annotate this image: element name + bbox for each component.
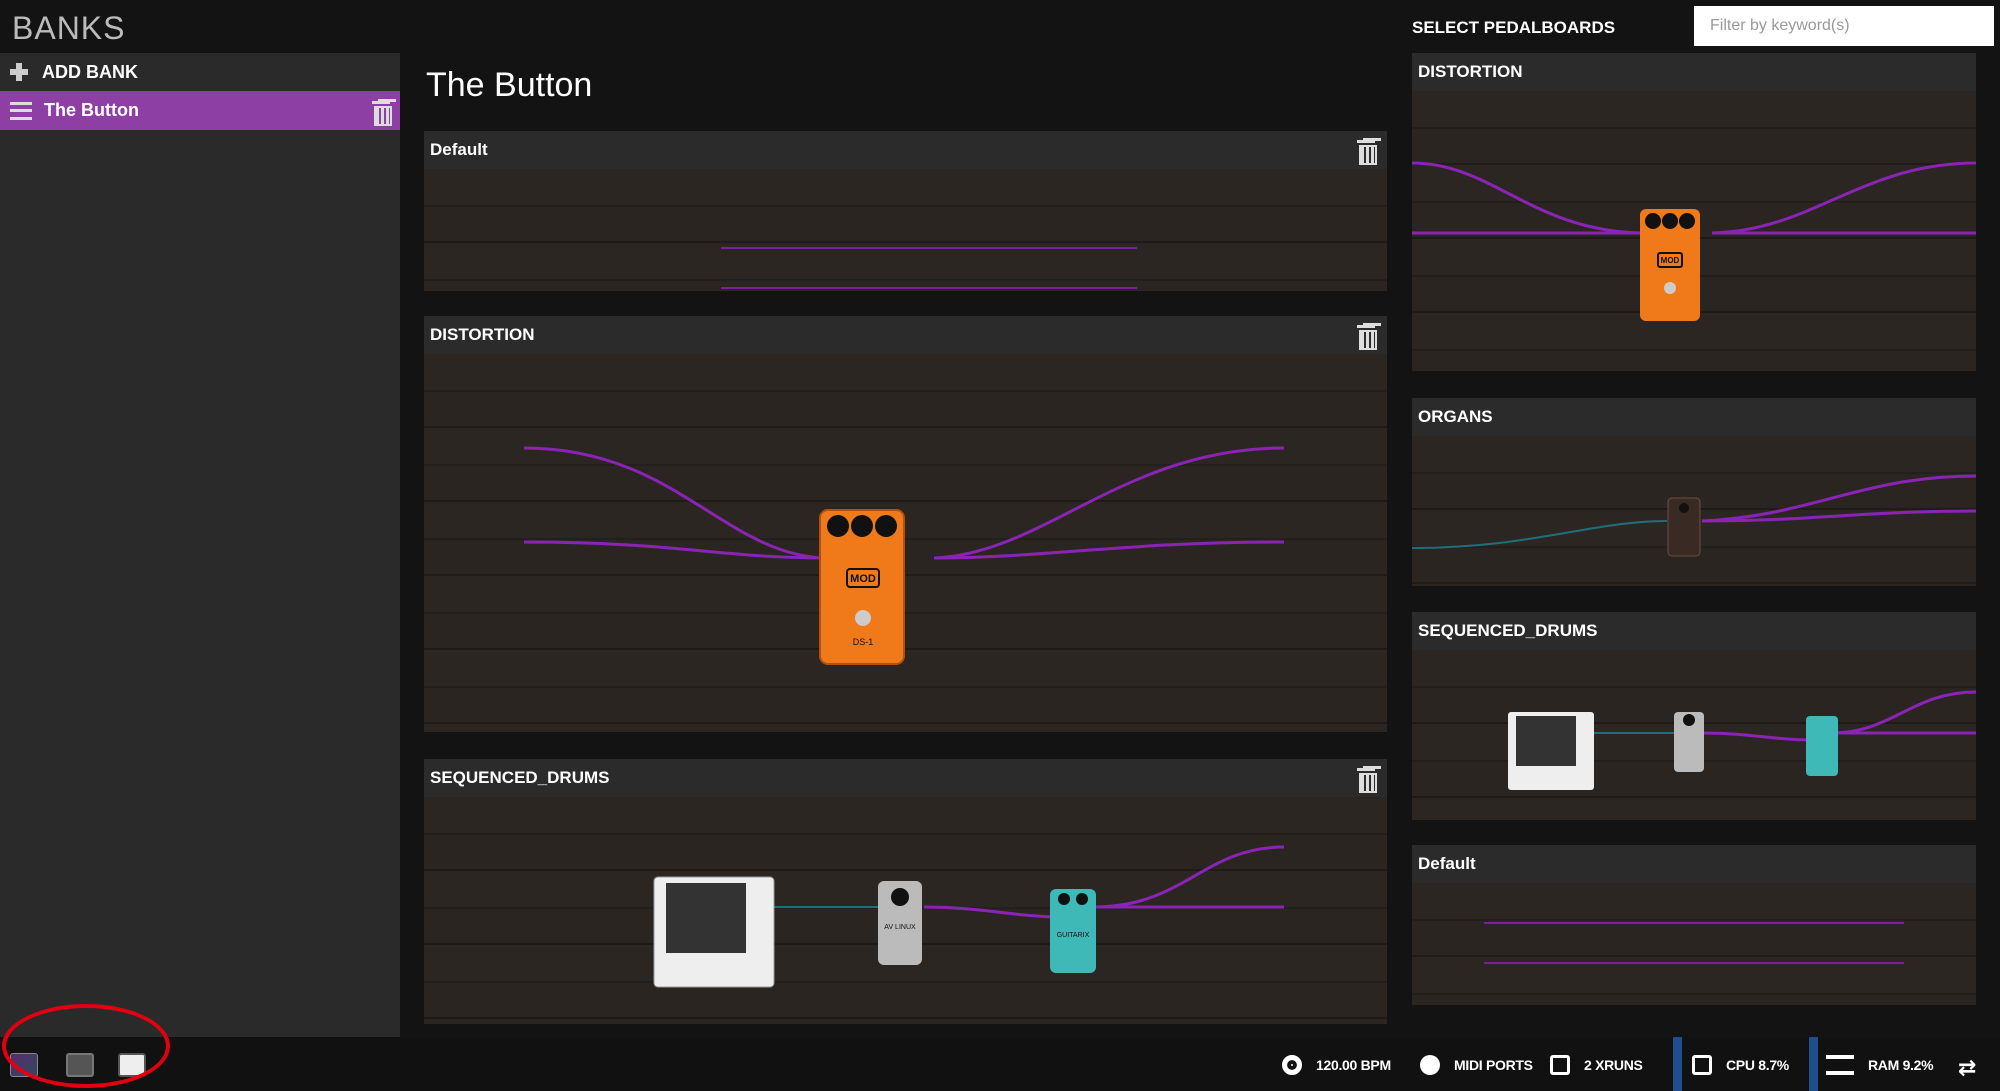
select-pedalboard-card[interactable]: SEQUENCED_DRUMS — [1412, 612, 1976, 820]
pedal-model-label: GUITARIX — [1057, 932, 1090, 939]
pedal-model-label: AV LINUX — [884, 924, 916, 931]
pedalboard-name: SEQUENCED_DRUMS — [430, 768, 610, 787]
cpu-bar — [1673, 1037, 1682, 1091]
pedalboard-header: DISTORTION — [1412, 53, 1976, 91]
cpu-status: CPU 8.7% — [1692, 1055, 1789, 1075]
banks-title: BANKS — [12, 10, 126, 46]
banks-panel: BANKS ADD BANK The Button — [0, 0, 400, 1037]
pedalboard-name: Default — [430, 140, 488, 159]
cpu-label: CPU 8.7% — [1726, 1057, 1789, 1073]
select-pedalboards-title: SELECT PEDALBOARDS — [1412, 18, 1616, 37]
trash-icon[interactable] — [1357, 323, 1377, 350]
pedalboard-cables — [1412, 474, 1976, 557]
drag-handle-icon[interactable] — [10, 101, 32, 120]
xruns-label: 2 XRUNS — [1584, 1057, 1643, 1073]
pedalboard-cables: MOD DS-1 — [523, 446, 1285, 665]
pedalboard-thumbnail — [1412, 650, 1976, 820]
banks-header: BANKS — [0, 0, 400, 53]
add-bank-button[interactable]: ADD BANK — [0, 53, 400, 91]
ram-bar — [1809, 1037, 1818, 1091]
bank-item-the-button[interactable]: The Button — [0, 91, 400, 130]
bank-title: The Button — [426, 66, 593, 104]
pedal-model-label: DS-1 — [853, 637, 874, 647]
pedalboard-thumbnail: MOD DS-1 — [424, 354, 1387, 732]
trash-icon[interactable] — [1357, 766, 1377, 793]
connection-icon: ⇄ — [1958, 1055, 1977, 1080]
bank-pedalboard-card[interactable]: Default — [424, 131, 1387, 291]
select-pedalboard-card[interactable]: Default — [1412, 845, 1976, 1005]
pedalboard-thumbnail: MOD — [1412, 91, 1976, 371]
xruns-status[interactable]: 2 XRUNS — [1550, 1055, 1643, 1075]
midi-status[interactable]: MIDI PORTS — [1420, 1055, 1533, 1075]
pedalboard-cables: AV LINUX GUITARIX — [653, 845, 1285, 988]
xruns-icon — [1550, 1055, 1570, 1075]
add-bank-label: ADD BANK — [42, 61, 138, 82]
bank-pedalboard-card[interactable]: SEQUENCED_DRUMS AV LINUX GUITARIX — [424, 759, 1387, 1024]
pedalboard-cables — [1508, 690, 1976, 790]
pedalboard-name: DISTORTION — [430, 325, 535, 344]
connection-status[interactable]: ⇄ — [1958, 1055, 1976, 1081]
pedalboard-header: Default — [424, 131, 1387, 169]
pedalboard-header: SEQUENCED_DRUMS — [1412, 612, 1976, 650]
stop-icon — [1282, 1055, 1302, 1075]
ram-icon — [1826, 1055, 1854, 1075]
pedalboard-name: ORGANS — [1418, 407, 1493, 426]
pedalboard-name: SEQUENCED_DRUMS — [1418, 621, 1598, 640]
cpu-icon — [1692, 1055, 1712, 1075]
pedal-badge: MOD — [850, 573, 876, 585]
ram-label: RAM 9.2% — [1868, 1057, 1934, 1073]
pedalboard-cables — [1484, 922, 1904, 964]
pedalboard-name: DISTORTION — [1418, 62, 1523, 81]
highlight-circle — [2, 1004, 170, 1088]
filter-input[interactable] — [1694, 6, 1994, 46]
bpm-status[interactable]: 120.00 BPM — [1282, 1055, 1391, 1075]
pedalboard-name: Default — [1418, 854, 1476, 873]
bank-pedalboard-card[interactable]: DISTORTION MOD DS-1 — [424, 316, 1387, 732]
pedalboard-header: ORGANS — [1412, 398, 1976, 436]
pedalboard-header: SEQUENCED_DRUMS — [424, 759, 1387, 797]
ram-status: RAM 9.2% — [1826, 1055, 1934, 1075]
trash-icon[interactable] — [1357, 138, 1377, 165]
pedalboard-header: DISTORTION — [424, 316, 1387, 354]
pedalboard-thumbnail — [424, 169, 1387, 291]
pedalboard-cables: MOD — [1412, 161, 1976, 321]
midi-icon — [1420, 1055, 1440, 1075]
pedalboard-thumbnail — [1412, 436, 1976, 586]
midi-label: MIDI PORTS — [1454, 1057, 1533, 1073]
bank-detail-panel: The Button Default DISTORTION MOD DS-1 S… — [400, 0, 1400, 1037]
pedalboard-thumbnail: AV LINUX GUITARIX — [424, 797, 1387, 1024]
select-pedalboard-card[interactable]: ORGANS — [1412, 398, 1976, 586]
select-pedalboard-card[interactable]: DISTORTION MOD — [1412, 53, 1976, 371]
pedalboard-cables — [721, 247, 1137, 289]
select-pedalboards-panel: SELECT PEDALBOARDS DISTORTION MOD ORG — [1400, 0, 2000, 1037]
bpm-label: 120.00 BPM — [1316, 1057, 1391, 1073]
pedalboard-thumbnail — [1412, 883, 1976, 1005]
trash-icon[interactable] — [372, 99, 392, 126]
bank-item-label: The Button — [44, 100, 139, 120]
pedal-badge: MOD — [1661, 256, 1680, 265]
plus-icon — [10, 63, 28, 81]
pedalboard-header: Default — [1412, 845, 1976, 883]
